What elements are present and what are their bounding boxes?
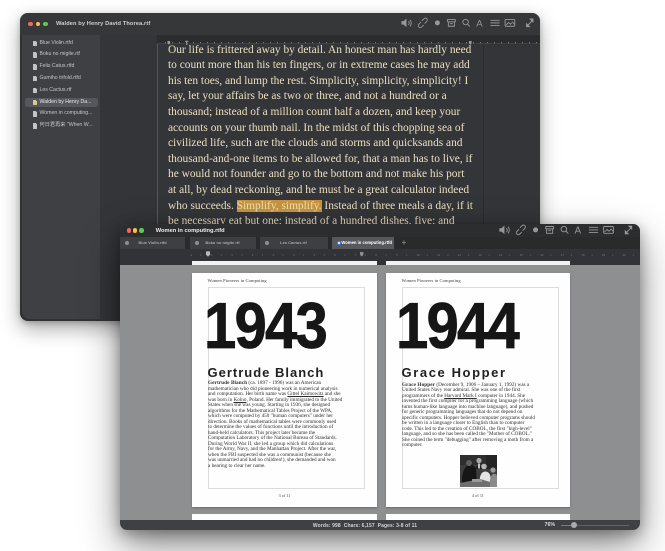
svg-text:-1: -1: [190, 253, 193, 257]
svg-text:1: 1: [231, 253, 233, 257]
svg-text:14: 14: [499, 253, 503, 257]
svg-text:A: A: [476, 19, 483, 30]
svg-text:3: 3: [272, 253, 274, 257]
svg-text:16: 16: [540, 253, 544, 257]
svg-text:19: 19: [602, 253, 606, 257]
svg-text:9: 9: [396, 253, 398, 257]
svg-text:5: 5: [314, 253, 316, 257]
svg-text:13: 13: [478, 253, 482, 257]
svg-text:12: 12: [458, 253, 462, 257]
svg-text:7: 7: [355, 253, 357, 257]
svg-text:2: 2: [252, 253, 254, 257]
svg-text:A: A: [574, 226, 581, 237]
svg-text:8: 8: [375, 253, 377, 257]
svg-text:10: 10: [417, 253, 421, 257]
svg-text:17: 17: [561, 253, 565, 257]
svg-text:11: 11: [437, 253, 440, 257]
svg-text:18: 18: [581, 253, 585, 257]
svg-text:6: 6: [334, 253, 336, 257]
svg-text:0: 0: [211, 253, 213, 257]
svg-text:20: 20: [623, 253, 627, 257]
svg-text:15: 15: [520, 253, 524, 257]
svg-text:4: 4: [293, 253, 295, 257]
